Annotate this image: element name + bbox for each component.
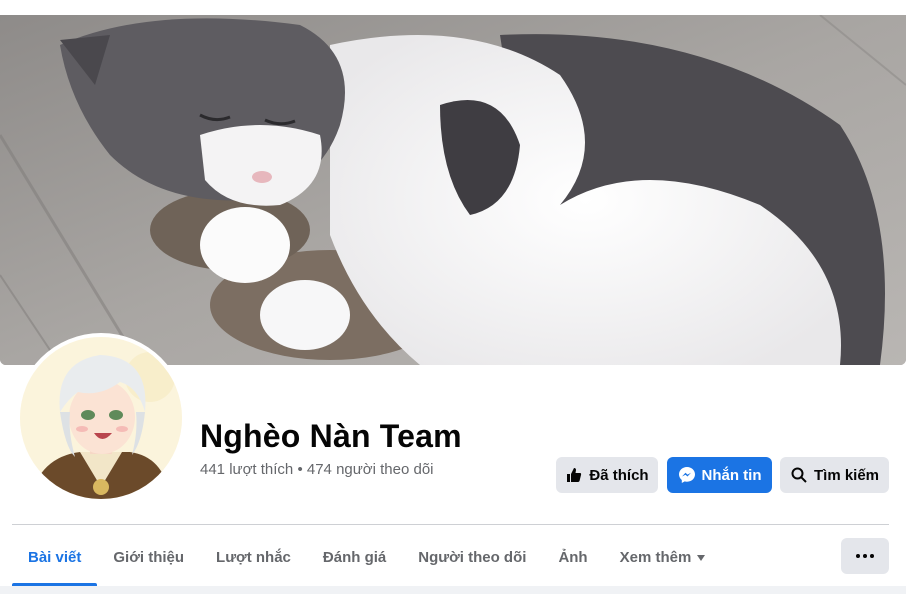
followers-count[interactable]: 474 người theo dõi bbox=[307, 461, 434, 478]
search-button-label: Tìm kiếm bbox=[813, 466, 880, 484]
ellipsis-icon bbox=[863, 554, 867, 558]
profile-avatar[interactable] bbox=[16, 333, 186, 503]
header-divider bbox=[12, 524, 889, 525]
ellipsis-icon bbox=[856, 554, 860, 558]
search-button[interactable]: Tìm kiếm bbox=[780, 457, 889, 493]
stats-separator: • bbox=[297, 461, 303, 478]
tab-followers[interactable]: Người theo dõi bbox=[402, 528, 542, 586]
message-button[interactable]: Nhắn tin bbox=[667, 457, 772, 493]
message-button-label: Nhắn tin bbox=[701, 466, 762, 484]
tab-about[interactable]: Giới thiệu bbox=[97, 528, 200, 586]
likes-count[interactable]: 441 lượt thích bbox=[200, 461, 293, 478]
tab-label: Xem thêm bbox=[619, 548, 692, 566]
tab-see-more[interactable]: Xem thêm bbox=[604, 528, 722, 586]
tab-mentions[interactable]: Lượt nhắc bbox=[200, 528, 307, 586]
more-options-button[interactable] bbox=[841, 538, 889, 574]
tab-label: Bài viết bbox=[28, 548, 82, 566]
search-icon bbox=[790, 466, 808, 484]
tab-label: Lượt nhắc bbox=[216, 548, 291, 566]
tab-label: Đánh giá bbox=[322, 548, 387, 566]
liked-button[interactable]: Đã thích bbox=[556, 457, 658, 493]
profile-tabs: Bài viết Giới thiệu Lượt nhắc Đánh giá N… bbox=[12, 528, 721, 586]
cover-photo[interactable] bbox=[0, 15, 906, 365]
cover-cat-image bbox=[0, 15, 906, 365]
tab-photos[interactable]: Ảnh bbox=[542, 528, 603, 586]
top-strip bbox=[0, 0, 906, 15]
messenger-icon bbox=[678, 466, 696, 484]
tab-posts[interactable]: Bài viết bbox=[12, 528, 98, 586]
tab-label: Ảnh bbox=[558, 548, 588, 566]
page-title: Nghèo Nàn Team bbox=[200, 418, 462, 454]
thumbs-up-icon bbox=[565, 466, 583, 484]
caret-down-icon bbox=[697, 555, 706, 561]
feed-background bbox=[0, 586, 906, 594]
page-stats: 441 lượt thích • 474 người theo dõi bbox=[200, 461, 434, 478]
avatar-anime-portrait bbox=[20, 337, 182, 499]
tab-reviews[interactable]: Đánh giá bbox=[307, 528, 402, 586]
tab-label: Người theo dõi bbox=[418, 548, 527, 566]
liked-button-label: Đã thích bbox=[589, 466, 649, 484]
ellipsis-icon bbox=[870, 554, 874, 558]
tab-label: Giới thiệu bbox=[113, 548, 185, 566]
